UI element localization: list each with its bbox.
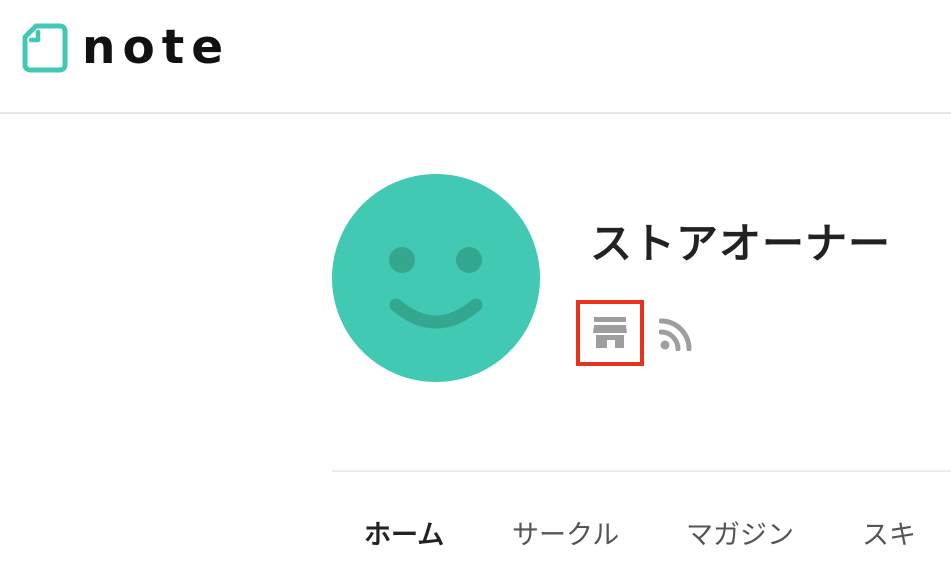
- smiley-face-icon: [332, 174, 540, 382]
- tabs-divider: [332, 470, 951, 472]
- note-logo[interactable]: note: [22, 22, 230, 74]
- tab-magazine[interactable]: マガジン: [686, 506, 794, 566]
- avatar[interactable]: [332, 174, 540, 382]
- tab-home[interactable]: ホーム: [364, 506, 444, 566]
- store-link[interactable]: [576, 300, 644, 366]
- profile-tabs: ホーム サークル マガジン スキ: [332, 506, 951, 566]
- note-logo-mark-icon: [22, 23, 68, 73]
- tab-circle[interactable]: サークル: [512, 506, 619, 566]
- profile-page: note ストアオーナー ホーム サークル マガジン スキ: [0, 0, 951, 582]
- site-header: note: [0, 0, 951, 114]
- profile-name: ストアオーナー: [590, 219, 892, 268]
- rss-icon: [659, 318, 692, 351]
- logo-text: note: [82, 20, 231, 75]
- store-icon: [593, 317, 627, 348]
- rss-link[interactable]: [656, 314, 696, 354]
- tab-likes[interactable]: スキ: [862, 506, 916, 566]
